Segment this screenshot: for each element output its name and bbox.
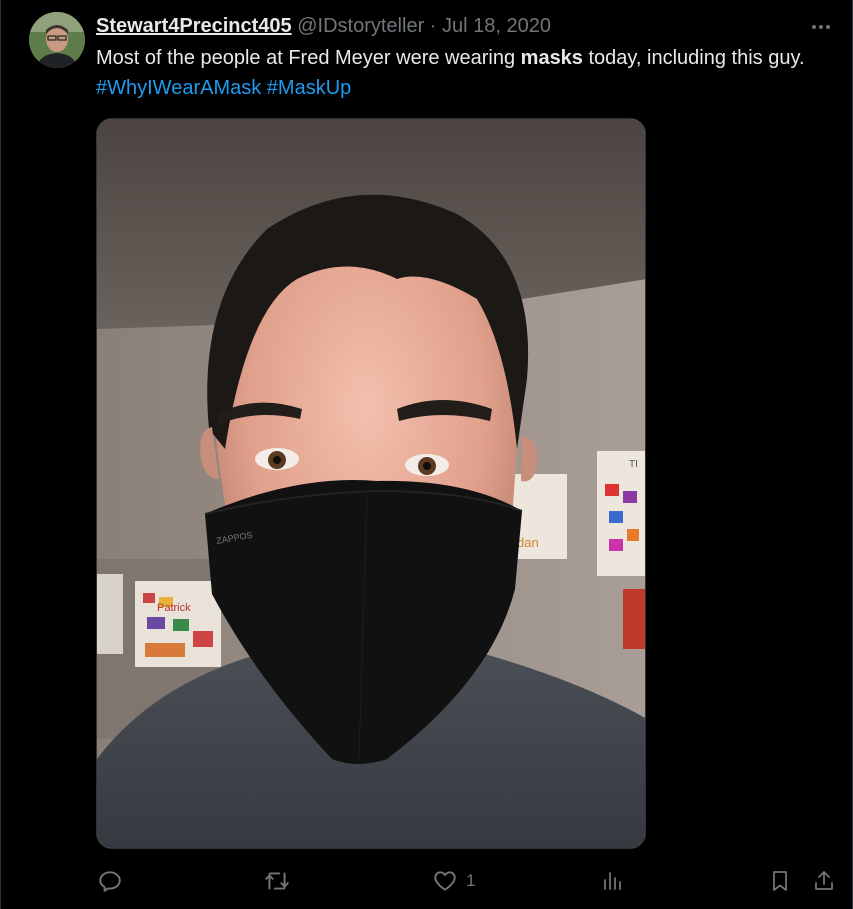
wall-drawing-left	[97, 574, 123, 654]
reply-icon	[99, 871, 121, 892]
hashtag-whyiwearamask[interactable]: #WhyIWearAMask	[96, 77, 261, 99]
tweet-text-start: Most of the people at Fred Meyer were we…	[96, 47, 521, 69]
drawing-text-dan: dan	[517, 535, 539, 550]
retweet-icon	[265, 872, 289, 890]
views-icon	[604, 872, 621, 890]
bookmark-button[interactable]	[768, 866, 792, 896]
tweet-text-highlight: masks	[520, 47, 583, 69]
retweet-button[interactable]	[263, 866, 299, 896]
more-icon[interactable]	[808, 14, 834, 40]
bookmark-icon	[773, 871, 787, 891]
avatar[interactable]	[29, 12, 85, 68]
drawing-text-ti: TI	[629, 459, 638, 470]
display-name[interactable]: Stewart4Precinct405	[96, 15, 292, 37]
user-handle[interactable]: @IDstoryteller	[297, 15, 424, 37]
tweet-text: Most of the people at Fred Meyer were we…	[96, 43, 836, 103]
separator: ·	[429, 15, 437, 37]
tweet-date[interactable]: Jul 18, 2020	[442, 15, 551, 37]
heart-icon	[434, 871, 456, 891]
avatar-photo	[29, 12, 85, 68]
like-button[interactable]: 1	[432, 866, 475, 896]
like-count: 1	[466, 871, 476, 890]
share-icon	[815, 871, 833, 890]
views-button[interactable]	[601, 866, 633, 896]
reply-button[interactable]	[97, 866, 131, 896]
tweet-header: Stewart4Precinct405 @IDstoryteller · Jul…	[96, 13, 792, 39]
action-bar: 1	[1, 866, 853, 896]
selfie-image: Patrick dan TI ZAPPOS	[97, 119, 645, 848]
tweet-text-end: today, including this guy.	[582, 47, 805, 69]
tweet-photo[interactable]: Patrick dan TI ZAPPOS	[96, 118, 646, 849]
hashtag-maskup[interactable]: #MaskUp	[267, 77, 351, 99]
drawing-text-patrick: Patrick	[157, 602, 191, 614]
tweet-container: Stewart4Precinct405 @IDstoryteller · Jul…	[0, 0, 853, 909]
share-button[interactable]	[812, 866, 836, 896]
